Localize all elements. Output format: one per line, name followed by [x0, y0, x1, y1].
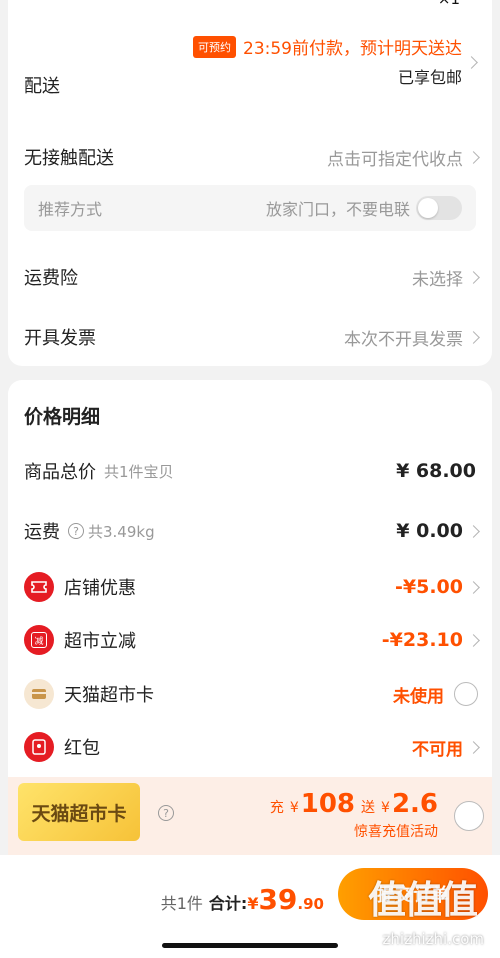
chevron-right-icon	[467, 330, 480, 344]
chevron-right-icon	[467, 524, 480, 538]
recommend-box: 推荐方式 放家门口，不要电联	[24, 185, 476, 231]
yen-symbol: ¥	[247, 894, 259, 913]
help-icon[interactable]: ?	[158, 805, 174, 821]
shipping-label: 配送	[24, 76, 60, 97]
coupon-icon	[24, 572, 54, 602]
market-card-radio[interactable]	[454, 682, 478, 706]
contactless-label: 无接触配送	[24, 148, 114, 169]
toggle-knob	[418, 198, 438, 218]
shipping-eta: 23:59前付款，预计明天送达	[243, 39, 462, 59]
insurance-value: 未选择	[412, 269, 463, 290]
market-card-status: 未使用	[393, 686, 444, 707]
item-count: 共1件	[160, 894, 203, 913]
contactless-value: 点击可指定代收点	[327, 149, 463, 170]
help-icon[interactable]: ?	[68, 523, 84, 539]
free-shipping-text: 已享包邮	[397, 68, 462, 87]
total-decimal: .90	[297, 895, 324, 913]
red-packet-status: 不可用	[412, 739, 463, 760]
chevron-right-icon	[467, 270, 480, 284]
market-card-promo: 天猫超市卡	[18, 783, 140, 841]
contactless-row[interactable]: 无接触配送 点击可指定代收点	[24, 144, 480, 170]
watermark-url: zhizhizhi.com	[382, 930, 484, 948]
red-packet-icon	[24, 732, 54, 762]
insurance-row[interactable]: 运费险 未选择	[24, 264, 480, 290]
watermark-logo: 值值值	[367, 877, 478, 922]
goods-total-label: 商品总价	[24, 462, 96, 483]
yen-symbol: ¥	[289, 800, 299, 816]
price-detail-title: 价格明细	[24, 406, 101, 428]
gift-amount: 2.6	[391, 789, 438, 819]
market-card-row[interactable]: 天猫超市卡 未使用	[24, 679, 478, 709]
chevron-right-icon	[467, 740, 480, 754]
total-label: 合计:	[208, 894, 248, 913]
discount-icon: 减	[24, 625, 54, 655]
freight-row[interactable]: 运费 ? 共3.49kg ¥ 0.00	[24, 518, 480, 544]
delivery-card: ×1 配送 可预约 23:59前付款，预计明天送达 已享包邮 无接触配送 点击可…	[8, 0, 492, 366]
market-discount-value: -¥23.10	[381, 629, 463, 651]
freight-label: 运费	[24, 522, 60, 543]
red-packet-label: 红包	[64, 738, 100, 759]
store-discount-label: 店铺优惠	[64, 578, 136, 599]
market-discount-row[interactable]: 减 超市立减 -¥23.10	[24, 625, 480, 655]
order-total: 共1件 合计: ¥ 39 .90	[161, 883, 324, 916]
goods-count: 共1件宝贝	[104, 462, 174, 481]
charge-amount: 108	[300, 789, 356, 819]
chevron-right-icon	[467, 150, 480, 164]
discount-icon-text: 减	[31, 632, 47, 648]
charge-label: 充	[269, 800, 284, 816]
market-discount-label: 超市立减	[64, 631, 136, 652]
recommend-label: 推荐方式	[38, 200, 103, 219]
store-discount-row[interactable]: 店铺优惠 -¥5.00	[24, 572, 480, 602]
market-card-label: 天猫超市卡	[64, 685, 154, 706]
invoice-value: 本次不开具发票	[344, 329, 463, 350]
goods-total-value: ¥ 68.00	[396, 460, 476, 482]
shipping-info[interactable]: 可预约 23:59前付款，预计明天送达 已享包邮	[193, 34, 462, 88]
chevron-right-icon	[465, 56, 478, 69]
promo-offer: 充 ¥ 108 送 ¥ 2.6 惊喜充值活动	[270, 789, 438, 841]
invoice-label: 开具发票	[24, 328, 96, 349]
freight-value: ¥ 0.00	[396, 520, 463, 542]
price-detail-card: 价格明细 商品总价 共1件宝贝 ¥ 68.00 运费 ? 共3.49kg ¥ 0…	[8, 380, 492, 780]
insurance-label: 运费险	[24, 268, 78, 289]
recommend-value: 放家门口，不要电联	[265, 200, 410, 219]
store-discount-value: -¥5.00	[395, 576, 463, 598]
freight-weight: 共3.49kg	[88, 522, 155, 541]
preorder-badge: 可预约	[193, 35, 236, 58]
chevron-right-icon	[467, 580, 480, 594]
total-integer: 39	[258, 883, 298, 916]
gift-label: 送	[361, 800, 376, 816]
invoice-row[interactable]: 开具发票 本次不开具发票	[24, 324, 480, 350]
quantity-label: ×1	[438, 0, 460, 8]
home-indicator[interactable]	[162, 943, 338, 948]
recharge-promo-bar[interactable]: 天猫超市卡 ? 充 ¥ 108 送 ¥ 2.6 惊喜充值活动	[8, 777, 492, 855]
card-icon	[24, 679, 54, 709]
recommend-toggle[interactable]	[416, 196, 462, 220]
yen-symbol: ¥	[381, 800, 390, 816]
promo-subtitle: 惊喜充值活动	[354, 824, 438, 840]
promo-radio[interactable]	[454, 801, 484, 831]
chevron-right-icon	[467, 633, 480, 647]
red-packet-row[interactable]: 红包 不可用	[24, 732, 480, 762]
goods-total-row: 商品总价 共1件宝贝 ¥ 68.00	[24, 458, 476, 484]
